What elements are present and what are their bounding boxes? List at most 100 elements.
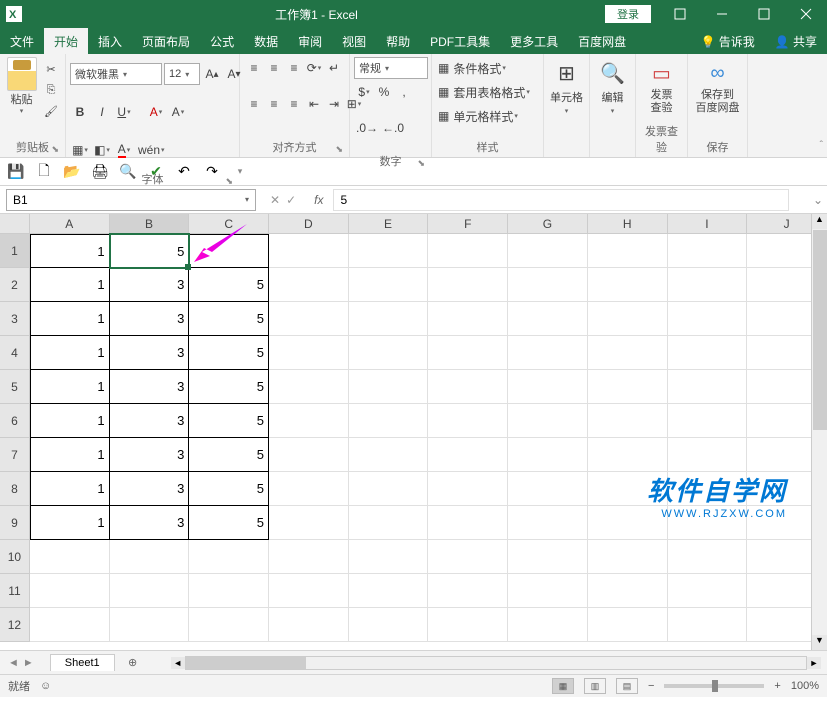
- cell-H9[interactable]: [588, 506, 668, 540]
- cell-H1[interactable]: [588, 234, 668, 268]
- col-header-H[interactable]: H: [588, 214, 668, 233]
- cell-F7[interactable]: [428, 438, 508, 472]
- comma-icon[interactable]: ,: [394, 81, 414, 103]
- enter-formula-icon[interactable]: ✓: [286, 193, 296, 207]
- cell-A1[interactable]: 1: [30, 234, 110, 268]
- copy-icon[interactable]: ⎘: [41, 80, 61, 100]
- cells-button[interactable]: ⊞ 单元格 ▾: [548, 57, 585, 115]
- percent-icon[interactable]: %: [374, 81, 394, 103]
- zoom-in-icon[interactable]: +: [774, 680, 780, 692]
- font-size-combo[interactable]: 12▾: [164, 63, 200, 85]
- cell-G5[interactable]: [508, 370, 588, 404]
- tell-me[interactable]: 💡 告诉我: [690, 33, 764, 50]
- cell-A12[interactable]: [30, 608, 110, 642]
- align-bottom-icon[interactable]: ≡: [284, 57, 304, 79]
- cell-H5[interactable]: [588, 370, 668, 404]
- expand-formula-icon[interactable]: ⌄: [809, 193, 827, 207]
- menu-tab-5[interactable]: 数据: [244, 28, 288, 54]
- cell-E5[interactable]: [349, 370, 429, 404]
- cell-C4[interactable]: 5: [189, 336, 269, 370]
- col-header-D[interactable]: D: [269, 214, 349, 233]
- cell-B3[interactable]: 3: [110, 302, 190, 336]
- fx-button[interactable]: fx: [304, 193, 333, 207]
- number-launcher[interactable]: ⬊: [417, 158, 425, 169]
- new-icon[interactable]: 🗋: [34, 162, 54, 182]
- menu-tab-10[interactable]: 更多工具: [500, 28, 568, 54]
- page-break-view-icon[interactable]: ▤: [616, 678, 638, 694]
- cell-G10[interactable]: [508, 540, 588, 574]
- cell-I7[interactable]: [668, 438, 748, 472]
- align-middle-icon[interactable]: ≡: [264, 57, 284, 79]
- scroll-right-icon[interactable]: ►: [807, 657, 821, 669]
- cell-B2[interactable]: 3: [110, 268, 190, 302]
- cell-B8[interactable]: 3: [110, 472, 190, 506]
- row-header-8[interactable]: 8: [0, 472, 30, 506]
- cell-D12[interactable]: [269, 608, 349, 642]
- scroll-up-icon[interactable]: ▲: [812, 214, 827, 229]
- formula-input[interactable]: 5: [333, 189, 789, 211]
- cell-I10[interactable]: [668, 540, 748, 574]
- cell-D3[interactable]: [269, 302, 349, 336]
- vertical-scrollbar[interactable]: ▲ ▼: [811, 214, 827, 650]
- cell-G8[interactable]: [508, 472, 588, 506]
- increase-decimal-icon[interactable]: .0→: [354, 117, 380, 139]
- fill-color-button[interactable]: ◧: [92, 139, 112, 161]
- cell-C5[interactable]: 5: [189, 370, 269, 404]
- align-center-icon[interactable]: ≡: [264, 93, 284, 115]
- scroll-down-icon[interactable]: ▼: [812, 635, 827, 650]
- editing-button[interactable]: 🔍 编辑 ▾: [594, 57, 631, 115]
- baidu-save-button[interactable]: ∞ 保存到 百度网盘: [692, 57, 743, 115]
- cell-C11[interactable]: [189, 574, 269, 608]
- cell-A6[interactable]: 1: [30, 404, 110, 438]
- cell-E11[interactable]: [349, 574, 429, 608]
- save-icon[interactable]: 💾: [6, 162, 26, 182]
- italic-button[interactable]: I: [92, 101, 112, 123]
- table-format-button[interactable]: ▦ 套用表格格式: [436, 81, 539, 103]
- cell-F2[interactable]: [428, 268, 508, 302]
- cell-C6[interactable]: 5: [189, 404, 269, 438]
- underline-button[interactable]: U: [114, 101, 134, 123]
- cell-C8[interactable]: 5: [189, 472, 269, 506]
- cancel-formula-icon[interactable]: ✕: [270, 193, 280, 207]
- col-header-C[interactable]: C: [189, 214, 269, 233]
- font-name-combo[interactable]: 微软雅黑▾: [70, 63, 162, 85]
- cell-A4[interactable]: 1: [30, 336, 110, 370]
- cell-F10[interactable]: [428, 540, 508, 574]
- orientation-icon[interactable]: ⟳: [304, 57, 324, 79]
- page-layout-view-icon[interactable]: ▥: [584, 678, 606, 694]
- col-header-I[interactable]: I: [668, 214, 748, 233]
- cell-B7[interactable]: 3: [110, 438, 190, 472]
- number-format-combo[interactable]: 常规▾: [354, 57, 428, 79]
- font-color-button[interactable]: A: [114, 139, 134, 161]
- zoom-slider[interactable]: [664, 684, 764, 688]
- menu-tab-1[interactable]: 开始: [44, 28, 88, 54]
- cell-D2[interactable]: [269, 268, 349, 302]
- cell-F11[interactable]: [428, 574, 508, 608]
- cell-G4[interactable]: [508, 336, 588, 370]
- collapse-ribbon-icon[interactable]: ˆ: [820, 140, 823, 151]
- minimize-icon[interactable]: [701, 0, 743, 28]
- row-header-7[interactable]: 7: [0, 438, 30, 472]
- menu-tab-9[interactable]: PDF工具集: [420, 28, 500, 54]
- clipboard-launcher[interactable]: ⬊: [51, 144, 59, 155]
- row-header-9[interactable]: 9: [0, 506, 30, 540]
- close-icon[interactable]: [785, 0, 827, 28]
- cell-B10[interactable]: [110, 540, 190, 574]
- cell-C9[interactable]: 5: [189, 506, 269, 540]
- cell-F8[interactable]: [428, 472, 508, 506]
- menu-tab-2[interactable]: 插入: [88, 28, 132, 54]
- col-header-B[interactable]: B: [110, 214, 190, 233]
- cell-G6[interactable]: [508, 404, 588, 438]
- col-header-F[interactable]: F: [428, 214, 508, 233]
- align-left-icon[interactable]: ≡: [244, 93, 264, 115]
- cell-B12[interactable]: [110, 608, 190, 642]
- cell-E8[interactable]: [349, 472, 429, 506]
- cell-G3[interactable]: [508, 302, 588, 336]
- row-header-2[interactable]: 2: [0, 268, 30, 302]
- cell-C1[interactable]: [189, 234, 269, 268]
- align-launcher[interactable]: ⬊: [335, 144, 343, 155]
- bold-button[interactable]: B: [70, 101, 90, 123]
- menu-tab-4[interactable]: 公式: [200, 28, 244, 54]
- cell-D4[interactable]: [269, 336, 349, 370]
- align-right-icon[interactable]: ≡: [284, 93, 304, 115]
